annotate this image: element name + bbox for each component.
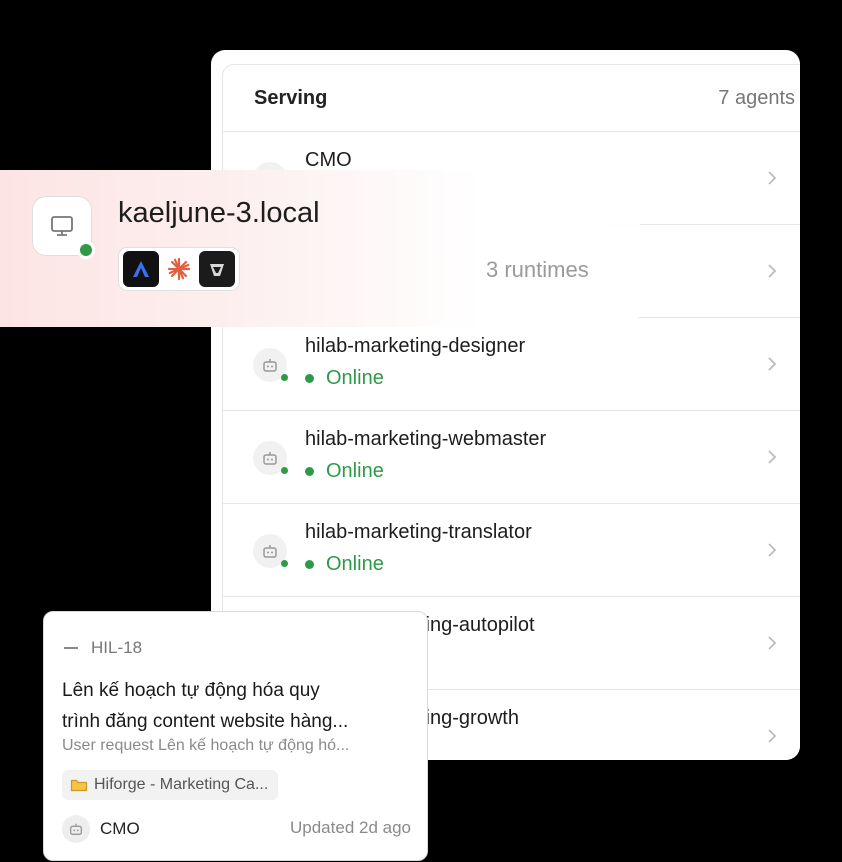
agent-avatar — [253, 534, 288, 568]
chevron-right-icon — [768, 636, 777, 650]
agent-avatar — [253, 441, 288, 475]
agent-status: Online — [305, 367, 384, 390]
agent-name: hilab-marketing-translator — [305, 521, 532, 543]
hostname: kaeljune-3.local — [118, 197, 320, 229]
chevron-right-icon — [768, 543, 777, 557]
serving-header: Serving 7 agents — [223, 65, 800, 132]
chevron-right-icon — [768, 264, 777, 278]
issue-card[interactable]: HIL-18 Lên kế hoạch tự động hóa quy trìn… — [43, 611, 428, 861]
issue-id: HIL-18 — [91, 638, 143, 657]
presence-dot — [281, 560, 288, 567]
presence-dot — [281, 374, 288, 381]
host-online-dot — [77, 241, 95, 259]
assignee-avatar — [62, 815, 90, 843]
issue-title: Lên kế hoạch tự động hóa quy trình đăng … — [62, 675, 417, 737]
bot-icon — [263, 359, 277, 372]
agent-name: hilab-marketing-designer — [305, 335, 526, 357]
issue-id-row: HIL-18 — [64, 638, 142, 658]
chevron-right-icon — [768, 450, 777, 464]
chevron-right-icon — [768, 171, 777, 185]
starburst-runtime-icon — [161, 251, 197, 287]
cube-runtime-icon — [199, 251, 235, 287]
chevron-right-icon — [768, 729, 777, 743]
online-dot — [305, 374, 314, 383]
status-label: Online — [326, 367, 384, 389]
monitor-icon — [51, 216, 73, 236]
priority-none-icon — [64, 647, 78, 649]
assignee-name: CMO — [100, 819, 140, 838]
agent-name: hilab-marketing-webmaster — [305, 428, 547, 450]
agent-avatar — [253, 348, 288, 382]
agent-row-translator[interactable]: hilab-marketing-translator Online — [223, 504, 800, 597]
assignee[interactable]: CMO — [62, 815, 140, 843]
issue-title-line: Lên kế hoạch tự động hóa quy — [62, 680, 320, 701]
presence-dot — [281, 467, 288, 474]
status-label: Online — [326, 460, 384, 482]
folder-icon — [70, 779, 88, 792]
agent-name: ting-growth — [420, 707, 519, 729]
updated-time: Updated 2d ago — [290, 818, 411, 837]
status-label: Online — [326, 553, 384, 575]
serving-title: Serving — [254, 86, 328, 109]
agent-row-designer[interactable]: hilab-marketing-designer Online — [223, 318, 800, 411]
chevron-right-icon — [768, 357, 777, 371]
machine-card[interactable]: kaeljune-3.local 3 runtimes — [0, 170, 640, 327]
bot-icon — [263, 452, 277, 465]
agent-status: Online — [305, 460, 384, 483]
arrow-runtime-icon — [123, 251, 159, 287]
issue-description: User request Lên kế hoạch tự động hó... — [62, 737, 350, 754]
agent-name: CMO — [305, 149, 352, 171]
issue-title-line: trình đăng content website hàng... — [62, 711, 349, 732]
agent-count: 7 agents — [718, 86, 795, 109]
project-chip[interactable]: Hiforge - Marketing Ca... — [62, 770, 279, 800]
agent-row-webmaster[interactable]: hilab-marketing-webmaster Online — [223, 411, 800, 504]
bot-icon — [70, 823, 82, 835]
project-name: Hiforge - Marketing Ca... — [94, 776, 269, 793]
online-dot — [305, 467, 314, 476]
agent-name: ting-autopilot — [420, 614, 535, 636]
agent-status: Online — [305, 553, 384, 576]
bot-icon — [263, 545, 277, 558]
online-dot — [305, 560, 314, 569]
runtime-icons — [118, 247, 240, 291]
runtimes-count: 3 runtimes — [486, 257, 589, 282]
